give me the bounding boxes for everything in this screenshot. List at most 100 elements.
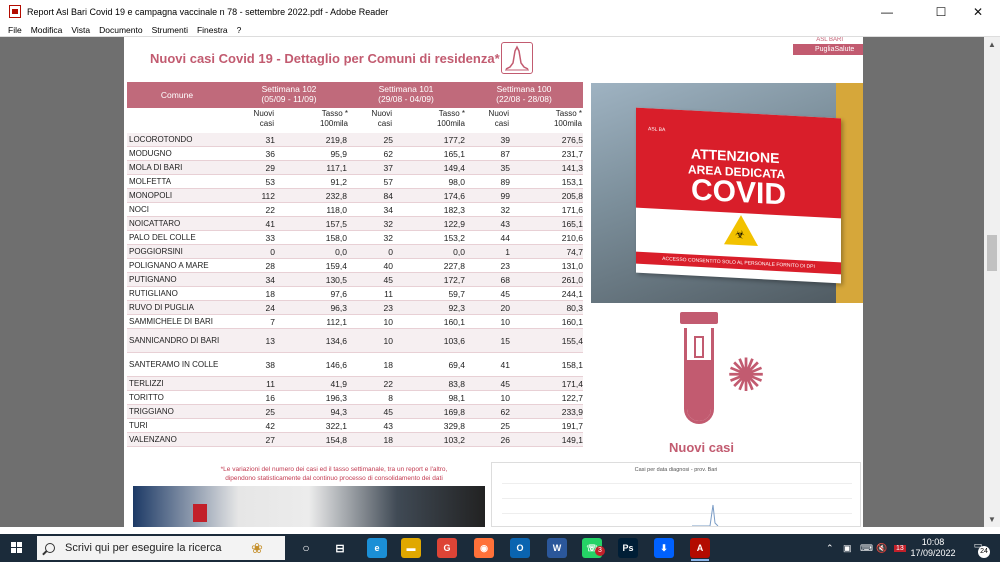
sign-logo: ASL BA [648, 126, 666, 134]
row-new-cases: 10 [383, 335, 393, 346]
row-new-cases: 37 [383, 162, 393, 173]
row-new-cases: 62 [383, 148, 393, 159]
page-title: Nuovi casi Covid 19 - Dettaglio per Comu… [150, 51, 500, 66]
word-icon[interactable]: W [547, 538, 567, 558]
device-icon[interactable]: ▣ [843, 534, 852, 562]
row-rate: 171,6 [561, 204, 583, 215]
row-rate: 131,0 [561, 260, 583, 271]
row-rate: 118,0 [326, 204, 347, 215]
row-new-cases: 84 [383, 190, 393, 201]
document-viewer[interactable]: Nuovi casi Covid 19 - Dettaglio per Comu… [0, 37, 984, 527]
photoshop-icon[interactable]: Ps [618, 538, 638, 558]
covid-sign-photo: ASL BA ATTENZIONE AREA DEDICATA COVID ☣ … [591, 83, 863, 303]
row-rate: 91,2 [330, 176, 347, 187]
outlook-icon[interactable]: O [510, 538, 530, 558]
row-rate: 171,4 [561, 378, 583, 389]
row-rate: 41,9 [330, 378, 347, 389]
row-comune: POGGIORSINI [129, 246, 183, 256]
sign-line-3: COVID [691, 173, 787, 212]
line-chart-icon [501, 42, 533, 74]
row-rate: 149,1 [561, 434, 583, 445]
row-new-cases: 15 [500, 335, 510, 346]
taskbar-search[interactable]: Scrivi qui per eseguire la ricerca ❀ [37, 536, 285, 560]
row-rate: 80,3 [566, 302, 583, 313]
row-new-cases: 18 [383, 434, 393, 445]
row-rate: 141,3 [561, 162, 583, 173]
tray-chevron-icon[interactable]: ⌃ [826, 534, 834, 562]
table-row: SAMMICHELE DI BARI 7 112,1 10 160,1 10 160,1 [127, 315, 583, 329]
row-comune: SANNICANDRO DI BARI [129, 335, 220, 345]
row-rate: 98,0 [448, 176, 465, 187]
table-row: RUVO DI PUGLIA 24 96,3 23 92,3 20 80,3 [127, 301, 583, 315]
task-view-icon[interactable]: ○ [296, 538, 316, 558]
row-rate: 165,1 [561, 218, 583, 229]
menu-help[interactable]: ? [237, 25, 242, 35]
table-row: MOLA DI BARI 29 117,1 37 149,4 35 141,3 [127, 161, 583, 175]
row-rate: 177,2 [443, 134, 465, 145]
menu-documento[interactable]: Documento [99, 25, 142, 35]
row-comune: NOCI [129, 204, 149, 214]
row-new-cases: 42 [265, 420, 275, 431]
row-rate: 196,3 [325, 392, 347, 403]
title-bar: Report Asl Bari Covid 19 e campagna vacc… [0, 0, 1000, 23]
whatsapp-badge: 3 [595, 546, 605, 556]
volume-icon[interactable]: 🔇 [876, 534, 887, 562]
row-new-cases: 10 [500, 316, 510, 327]
week-102-header: Settimana 102 (05/09 - 11/09) [230, 84, 348, 104]
row-rate: 165,1 [443, 148, 465, 159]
menu-strumenti[interactable]: Strumenti [152, 25, 188, 35]
row-new-cases: 43 [383, 420, 393, 431]
chrome-icon[interactable]: G [437, 538, 457, 558]
row-rate: 155,4 [561, 335, 583, 346]
row-new-cases: 34 [383, 204, 393, 215]
widgets-icon[interactable]: ⊟ [330, 538, 350, 558]
row-new-cases: 57 [383, 176, 393, 187]
row-comune: POLIGNANO A MARE [129, 260, 209, 270]
table-row: LOCOROTONDO 31 219,8 25 177,2 39 276,5 [127, 133, 583, 147]
menu-modifica[interactable]: Modifica [31, 25, 63, 35]
dropbox-icon[interactable]: ⬇ [654, 538, 674, 558]
week-range: (05/09 - 11/09) [261, 94, 317, 104]
row-new-cases: 29 [265, 162, 275, 173]
notification-icon[interactable]: ▭ 24 [970, 540, 990, 558]
minimize-button[interactable]: — [864, 0, 910, 23]
row-rate: 103,2 [443, 434, 465, 445]
subhead-new-101: Nuovi casi [371, 109, 392, 128]
clock-date: 17/09/2022 [910, 548, 956, 558]
windows-start-icon[interactable] [11, 542, 23, 554]
table-row: RUTIGLIANO 18 97,6 11 59,7 45 244,1 [127, 287, 583, 301]
sign-footer: ACCESSO CONSENTITO SOLO AL PERSONALE FOR… [636, 251, 841, 275]
vertical-scrollbar[interactable]: ▲ ▼ [984, 37, 1000, 527]
row-new-cases: 35 [500, 162, 510, 173]
row-comune: RUTIGLIANO [129, 288, 178, 298]
scroll-down-icon[interactable]: ▼ [988, 515, 996, 524]
asl-logo-top: ASL BARI [816, 37, 843, 43]
taskbar: Scrivi qui per eseguire la ricerca ❀ ○ ⊟… [0, 534, 1000, 562]
row-rate: 95,9 [330, 148, 347, 159]
clock[interactable]: 10:08 17/09/2022 [908, 537, 958, 559]
firefox-icon[interactable]: ◉ [474, 538, 494, 558]
menu-file[interactable]: File [8, 25, 22, 35]
row-new-cases: 39 [500, 134, 510, 145]
acrobat-icon[interactable]: A [690, 538, 710, 558]
table-row: PUTIGNANO 34 130,5 45 172,7 68 261,0 [127, 273, 583, 287]
row-comune: TRIGGIANO [129, 406, 174, 416]
edge-icon[interactable]: e [367, 538, 387, 558]
menu-vista[interactable]: Vista [71, 25, 90, 35]
row-rate: 59,7 [448, 288, 465, 299]
close-button[interactable]: ✕ [955, 0, 1000, 23]
row-rate: 172,7 [443, 274, 465, 285]
row-rate: 157,5 [325, 218, 347, 229]
row-new-cases: 45 [383, 274, 393, 285]
row-new-cases: 32 [383, 218, 393, 229]
row-new-cases: 25 [383, 134, 393, 145]
row-new-cases: 38 [265, 359, 275, 370]
file-explorer-icon[interactable]: ▬ [401, 538, 421, 558]
row-new-cases: 53 [265, 176, 275, 187]
scroll-up-icon[interactable]: ▲ [988, 40, 996, 49]
menu-finestra[interactable]: Finestra [197, 25, 228, 35]
row-new-cases: 33 [265, 232, 275, 243]
network-icon[interactable]: ⌨ [860, 534, 873, 562]
scrollbar-thumb[interactable] [987, 235, 997, 271]
tray-badge[interactable]: 13 [894, 534, 906, 562]
